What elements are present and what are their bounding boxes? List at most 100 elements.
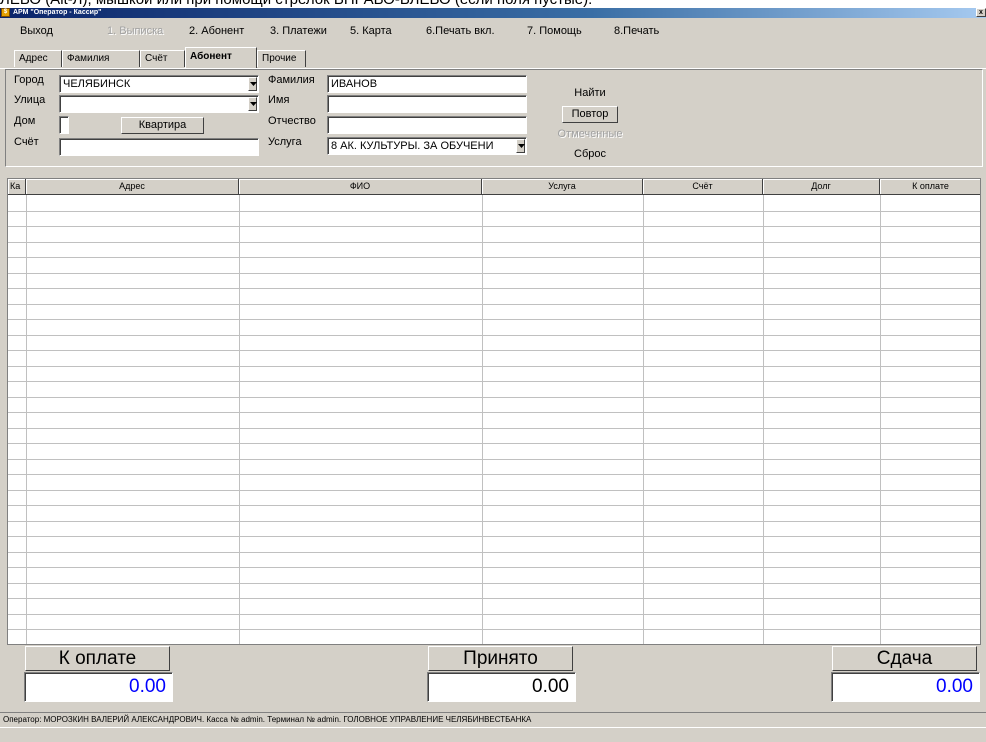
grid-row-line [8, 583, 980, 584]
city-label: Город [14, 74, 44, 86]
grid-row-line [8, 242, 980, 243]
app-window: $ АРМ "Оператор - Кассир" x Выход 1. Вып… [0, 8, 986, 742]
house-label: Дом [14, 115, 36, 127]
menu-bar: Выход 1. Выписка 2. Абонент 3. Платежи 5… [0, 18, 986, 44]
street-select[interactable] [59, 95, 259, 113]
grid-row-line [8, 552, 980, 553]
grid-row-line [8, 521, 980, 522]
menu-print-incl[interactable]: 6.Печать вкл. [426, 25, 495, 37]
status-bar: Оператор: МОРОЗКИН ВАЛЕРИЙ АЛЕКСАНДРОВИЧ… [0, 712, 986, 727]
grid-column-line [880, 195, 881, 644]
name-label: Имя [268, 94, 290, 106]
results-grid[interactable]: Ка Адрес ФИО Услуга Счёт Долг К оплате [7, 178, 981, 645]
tab-account[interactable]: Счёт [140, 50, 185, 67]
col-header-to-pay[interactable]: К оплате [880, 179, 980, 195]
grid-row-line [8, 397, 980, 398]
tab-surname[interactable]: Фамилия [62, 50, 140, 67]
menu-subscriber[interactable]: 2. Абонент [189, 25, 244, 37]
menu-help[interactable]: 7. Помощь [527, 25, 582, 37]
grid-column-line [239, 195, 240, 644]
marked-button[interactable]: Отмеченные [553, 128, 627, 140]
title-bar[interactable]: $ АРМ "Оператор - Кассир" x [0, 8, 986, 18]
service-select[interactable]: 8 АК. КУЛЬТУРЫ. ЗА ОБУЧЕНИ [327, 137, 527, 155]
tab-address[interactable]: Адрес [14, 50, 62, 67]
tab-strip: Адрес Фамилия Счёт Абонент Прочие [0, 45, 986, 70]
received-label: Принято [428, 646, 573, 671]
change-label: Сдача [832, 646, 977, 671]
chevron-down-icon [518, 144, 525, 148]
name-input[interactable] [327, 95, 527, 113]
grid-row-line [8, 443, 980, 444]
find-button[interactable]: Найти [560, 87, 620, 99]
grid-row-line [8, 366, 980, 367]
grid-row-line [8, 319, 980, 320]
street-dropdown-button[interactable] [248, 97, 257, 111]
service-value: 8 АК. КУЛЬТУРЫ. ЗА ОБУЧЕНИ [331, 140, 494, 152]
grid-row-line [8, 350, 980, 351]
col-header-service[interactable]: Услуга [482, 179, 643, 195]
col-header-debt[interactable]: Долг [763, 179, 880, 195]
service-dropdown-button[interactable] [516, 139, 525, 153]
reset-button[interactable]: Сброс [560, 148, 620, 160]
city-dropdown-button[interactable] [248, 77, 257, 91]
surname-label: Фамилия [268, 74, 315, 86]
grid-row-line [8, 490, 980, 491]
grid-row-line [8, 567, 980, 568]
tab-other[interactable]: Прочие [257, 50, 306, 67]
menu-print[interactable]: 8.Печать [614, 25, 659, 37]
grid-row-line [8, 428, 980, 429]
house-input[interactable] [59, 116, 69, 134]
grid-row-line [8, 474, 980, 475]
patronymic-label: Отчество [268, 115, 316, 127]
grid-row-line [8, 614, 980, 615]
window-title: АРМ "Оператор - Кассир" [13, 9, 102, 16]
patronymic-input[interactable] [327, 116, 527, 134]
surname-input[interactable]: ИВАНОВ [327, 75, 527, 93]
app-icon: $ [1, 8, 10, 17]
grid-row-line [8, 226, 980, 227]
grid-row-line [8, 288, 980, 289]
chevron-down-icon [250, 82, 257, 86]
grid-row-line [8, 304, 980, 305]
apartment-button[interactable]: Квартира [121, 117, 204, 134]
chevron-down-icon [250, 102, 257, 106]
account-input[interactable] [59, 138, 259, 156]
col-header-address[interactable]: Адрес [26, 179, 239, 195]
grid-column-line [26, 195, 27, 644]
col-header-account[interactable]: Счёт [643, 179, 763, 195]
tab-subscriber[interactable]: Абонент [185, 47, 257, 68]
grid-row-line [8, 335, 980, 336]
menu-statement[interactable]: 1. Выписка [107, 25, 163, 37]
grid-column-line [763, 195, 764, 644]
col-header-ka[interactable]: Ка [8, 179, 26, 195]
grid-column-line [643, 195, 644, 644]
grid-row-line [8, 412, 980, 413]
street-label: Улица [14, 94, 46, 106]
grid-header: Ка Адрес ФИО Услуга Счёт Долг К оплате [8, 179, 980, 195]
grid-row-line [8, 257, 980, 258]
repeat-button[interactable]: Повтор [562, 106, 618, 123]
menu-exit[interactable]: Выход [20, 25, 53, 37]
col-header-fio[interactable]: ФИО [239, 179, 482, 195]
city-value: ЧЕЛЯБИНСК [63, 78, 131, 90]
city-select[interactable]: ЧЕЛЯБИНСК [59, 75, 259, 93]
close-button[interactable]: x [976, 8, 986, 17]
to-pay-label: К оплате [25, 646, 170, 671]
surname-value: ИВАНОВ [331, 78, 378, 90]
grid-row-line [8, 505, 980, 506]
menu-payments[interactable]: 3. Платежи [270, 25, 327, 37]
grid-row-line [8, 629, 980, 630]
to-pay-value: 0.00 [24, 672, 173, 702]
change-value: 0.00 [831, 672, 980, 702]
grid-row-line [8, 273, 980, 274]
account-label: Счёт [14, 136, 39, 148]
received-input[interactable]: 0.00 [427, 672, 576, 702]
grid-row-line [8, 459, 980, 460]
grid-row-line [8, 536, 980, 537]
grid-body [8, 195, 980, 644]
grid-row-line [8, 598, 980, 599]
grid-column-line [482, 195, 483, 644]
menu-card[interactable]: 5. Карта [350, 25, 392, 37]
search-form: Город ЧЕЛЯБИНСК Улица Дом Квартира Счёт … [5, 69, 983, 167]
service-label: Услуга [268, 136, 302, 148]
